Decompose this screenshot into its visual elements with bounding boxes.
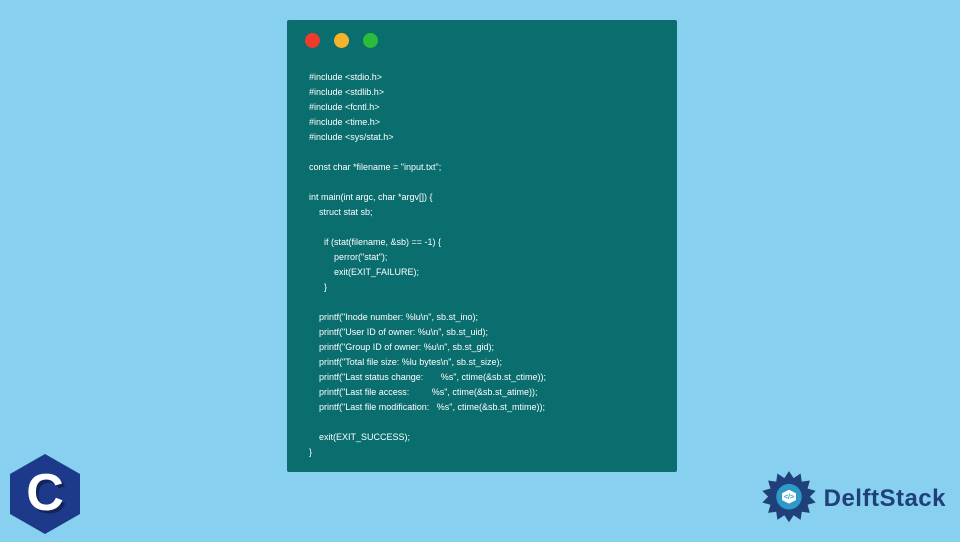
c-hexagon-icon: C: [10, 454, 80, 534]
code-content: #include <stdio.h> #include <stdlib.h> #…: [287, 60, 677, 460]
delftstack-badge-icon: </>: [760, 470, 818, 528]
minimize-dot-icon: [334, 33, 349, 48]
c-letter: C: [26, 463, 64, 523]
close-dot-icon: [305, 33, 320, 48]
delftstack-text: DelftStack: [824, 485, 946, 513]
code-window: #include <stdio.h> #include <stdlib.h> #…: [287, 20, 677, 472]
c-language-logo: C: [10, 454, 88, 542]
window-titlebar: [287, 20, 677, 60]
svg-text:</>: </>: [784, 494, 794, 501]
maximize-dot-icon: [363, 33, 378, 48]
delftstack-logo: </> DelftStack: [760, 470, 946, 528]
